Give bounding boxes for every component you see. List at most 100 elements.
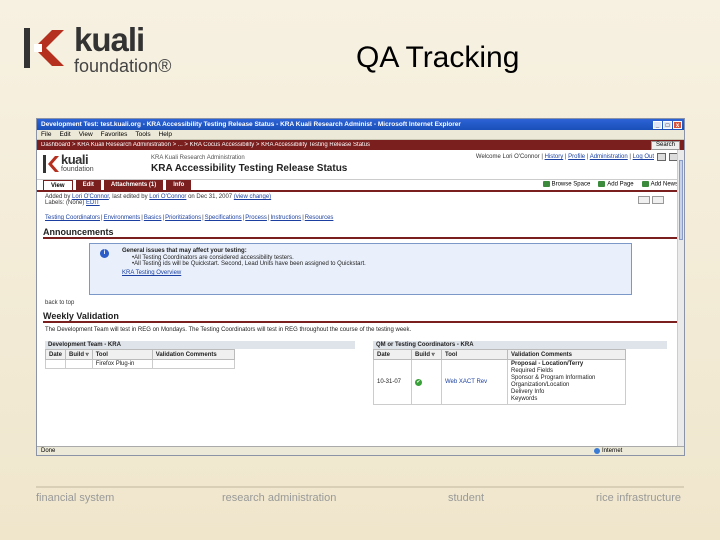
zone-label: Internet	[602, 448, 623, 454]
kuali-foundation-logo: kuali foundation®	[22, 21, 212, 76]
kuali-logo-word: kuali	[61, 152, 89, 167]
nav-link[interactable]: Resources	[305, 215, 334, 221]
footer-rice-infrastructure: rice infrastructure	[596, 492, 681, 504]
tab-attachments[interactable]: Attachments (1)	[103, 180, 164, 190]
security-zone: Internet	[594, 448, 684, 454]
menu-bar: File Edit View Favorites Tools Help	[37, 130, 684, 140]
table-header-row: Date Build ▿ Tool Validation Comments	[44, 349, 235, 360]
qm-table: Date Build ▿ Tool Validation Comments 10…	[373, 349, 626, 405]
globe-icon	[594, 448, 600, 454]
minimize-button[interactable]: _	[653, 120, 662, 129]
col-build[interactable]: Build ▿	[411, 349, 442, 360]
testing-overview-link[interactable]: KRA Testing Overview	[122, 270, 623, 276]
tab-info[interactable]: Info	[166, 180, 192, 190]
nav-link[interactable]: Basics	[144, 215, 162, 221]
close-button[interactable]: x	[673, 120, 682, 129]
comment-line: Sponsor & Program Information	[511, 375, 596, 381]
nav-link[interactable]: Environments	[104, 215, 141, 221]
page-nav-links: Testing Coordinators|Environments|Basics…	[45, 215, 334, 221]
footer-research-administration: research administration	[222, 492, 337, 504]
back-to-top-link[interactable]: back to top	[37, 295, 684, 308]
kuali-logo-sub: foundation	[61, 166, 94, 173]
browser-window: Development Test: test.kuali.org - KRA A…	[36, 118, 685, 456]
footer-student: student	[448, 492, 485, 504]
col-build[interactable]: Build ▿	[65, 349, 93, 360]
nav-link[interactable]: Prioritizations	[165, 215, 201, 221]
weekly-validation-heading: Weekly Validation	[43, 310, 678, 323]
col-comments[interactable]: Validation Comments	[507, 349, 626, 360]
breadcrumb[interactable]: Dashboard > KRA Kuali Research Administr…	[41, 142, 370, 148]
logo-subtitle: foundation®	[74, 56, 172, 76]
tab-view[interactable]: View	[43, 180, 73, 190]
search-button[interactable]: Search	[650, 140, 680, 150]
administration-link[interactable]: Administration	[590, 154, 628, 160]
logout-link[interactable]: Log Out	[633, 154, 654, 160]
nav-link[interactable]: Specifications	[205, 215, 242, 221]
print-icon[interactable]	[657, 153, 666, 161]
table-row: Firefox Plug-in	[44, 359, 235, 369]
menu-edit[interactable]: Edit	[59, 131, 70, 138]
kuali-page-header: kuali foundation KRA Kuali Research Admi…	[37, 150, 684, 180]
status-text: Done	[41, 448, 56, 454]
nav-link[interactable]: Testing Coordinators	[45, 215, 100, 221]
nav-link[interactable]: Process	[245, 215, 267, 221]
add-page-action[interactable]: Add Page	[598, 181, 634, 188]
profile-link[interactable]: Profile	[568, 154, 585, 160]
kuali-breadcrumb-bar: Dashboard > KRA Kuali Research Administr…	[37, 140, 684, 150]
table-row: 10-31-07 ✔ Web XACT Rev Proposal - Locat…	[373, 359, 626, 405]
cell-tool: Firefox Plug-in	[91, 359, 153, 369]
menu-help[interactable]: Help	[159, 131, 172, 138]
edited-by-link[interactable]: Lori O'Connor	[149, 194, 186, 200]
rss-icon[interactable]	[638, 196, 650, 204]
comment-line: Delivery Info	[511, 389, 545, 395]
col-tool[interactable]: Tool	[91, 349, 153, 360]
maximize-button[interactable]: □	[663, 120, 672, 129]
vertical-scrollbar[interactable]	[677, 150, 684, 446]
page-tabs: View Edit Attachments (1) Info Browse Sp…	[37, 180, 684, 192]
window-titlebar: Development Test: test.kuali.org - KRA A…	[37, 119, 684, 130]
kuali-k-mark-icon	[43, 155, 59, 173]
add-news-icon	[641, 181, 649, 187]
comment-lines: Proposal - Location/Terry Required Field…	[511, 361, 622, 403]
weekly-intro: The Development Team will test in REG on…	[45, 327, 412, 333]
col-date[interactable]: Date	[44, 349, 67, 360]
announcement-title: General issues that may affect your test…	[122, 248, 247, 254]
edit-labels-link[interactable]: EDIT	[86, 200, 100, 206]
col-tool[interactable]: Tool	[441, 349, 508, 360]
welcome-text: Welcome Lori O'Connor	[475, 154, 540, 160]
watch-icon[interactable]	[652, 196, 664, 204]
dev-team-table-title: Development Team - KRA	[45, 341, 355, 349]
labels-line: Labels: (None) EDIT	[45, 200, 676, 206]
info-icon: i	[100, 249, 109, 258]
tool-link[interactable]: Web XACT Rev	[445, 379, 487, 385]
announcements-heading: Announcements	[43, 226, 678, 239]
cell-comments: Proposal - Location/Terry Required Field…	[507, 359, 626, 405]
comment-line: Proposal - Location/Terry	[511, 361, 584, 367]
cell-date: 10-31-07	[373, 359, 412, 405]
kuali-k-mark-icon	[24, 28, 64, 68]
comment-line: Keywords	[511, 396, 538, 402]
history-link[interactable]: History	[545, 154, 564, 160]
cell-comments	[151, 359, 235, 369]
logo-word: kuali	[74, 21, 145, 58]
footer-divider	[36, 486, 684, 488]
col-comments[interactable]: Validation Comments	[151, 349, 235, 360]
meta-icons	[638, 196, 664, 204]
edit-date: on Dec 31, 2007	[188, 194, 233, 200]
nav-link[interactable]: Instructions	[271, 215, 302, 221]
scrollbar-thumb[interactable]	[679, 160, 683, 240]
edited-by-prefix: , last edited by	[108, 194, 148, 200]
comment-line: Required Fields	[511, 368, 554, 374]
view-change-link[interactable]: (view change)	[234, 194, 271, 200]
menu-file[interactable]: File	[41, 131, 51, 138]
col-date[interactable]: Date	[373, 349, 412, 360]
menu-tools[interactable]: Tools	[135, 131, 150, 138]
browse-space-action[interactable]: Browse Space	[542, 181, 590, 188]
tab-edit[interactable]: Edit	[75, 180, 101, 190]
footer-financial-system: financial system	[36, 492, 115, 504]
labels-text: Labels: (None)	[45, 200, 85, 206]
add-news-action[interactable]: Add News	[641, 181, 678, 188]
window-controls: _ □ x	[653, 120, 684, 129]
menu-view[interactable]: View	[79, 131, 93, 138]
menu-favorites[interactable]: Favorites	[101, 131, 128, 138]
